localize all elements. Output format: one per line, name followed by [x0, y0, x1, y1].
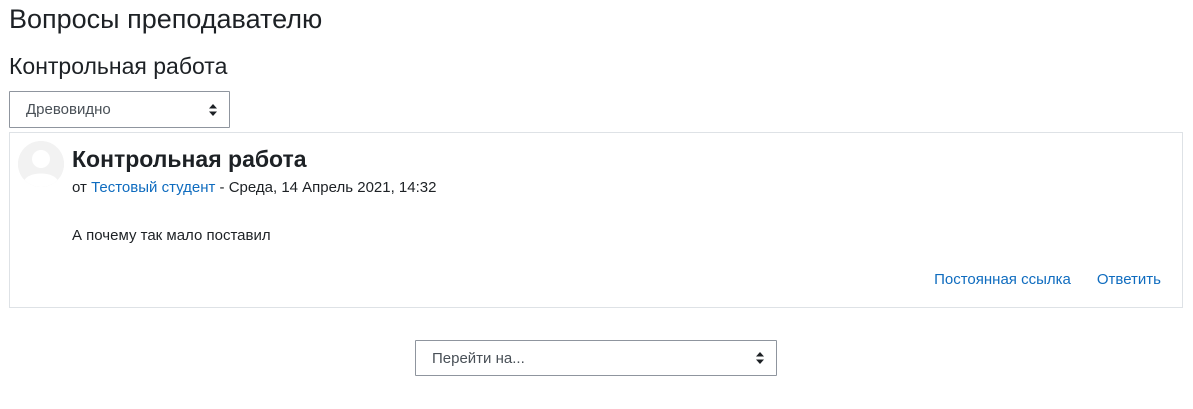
display-mode-select[interactable]: Древовидно [9, 91, 230, 128]
page-title: Вопросы преподавателю [9, 4, 323, 34]
author-link[interactable]: Тестовый студент [91, 179, 215, 196]
reply-link[interactable]: Ответить [1097, 271, 1161, 289]
post-byline: от Тестовый студент - Среда, 14 Апрель 2… [72, 179, 436, 197]
discussion-title: Контрольная работа [9, 53, 228, 79]
byline-prefix: от [72, 179, 87, 196]
display-mode-selected-value: Древовидно [26, 101, 111, 118]
permalink-link[interactable]: Постоянная ссылка [934, 271, 1071, 289]
post-subject: Контрольная работа [72, 146, 307, 172]
sort-arrows-icon [756, 352, 764, 364]
post-body: А почему так мало поставил [72, 227, 271, 244]
user-avatar-icon[interactable] [18, 141, 64, 187]
sort-arrows-icon [209, 103, 217, 116]
post-date: Среда, 14 Апрель 2021, 14:32 [228, 179, 437, 196]
forum-post: Контрольная работа от Тестовый студент -… [9, 132, 1183, 308]
jump-to-selected-value: Перейти на... [432, 349, 525, 367]
post-actions: Постоянная ссылка Ответить [934, 271, 1161, 289]
jump-to-select[interactable]: Перейти на... [415, 340, 777, 376]
byline-separator: - [219, 179, 225, 196]
